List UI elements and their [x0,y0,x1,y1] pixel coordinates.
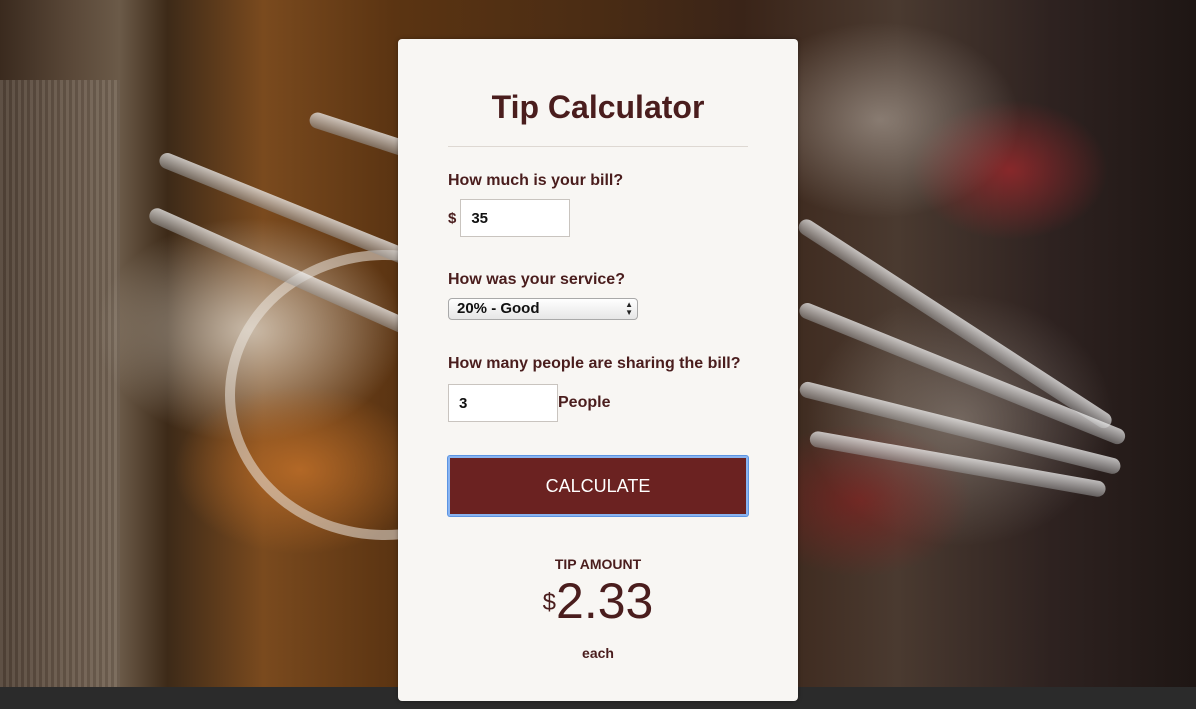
people-suffix-label: People [558,394,611,411]
people-row: People [448,384,748,422]
calculate-button[interactable]: CALCULATE [448,456,748,516]
people-question-label: How many people are sharing the bill? [448,355,741,372]
tip-result: TIP AMOUNT $2.33 each [448,556,748,661]
table-cloth [0,80,120,687]
bill-row: $ [448,199,748,237]
service-selected-value: 20% - Good [457,300,540,317]
tip-amount-value: 2.33 [556,573,654,629]
service-question-label: How was your service? [448,271,625,288]
bill-currency-symbol: $ [448,209,457,227]
service-quality-select[interactable]: 20% - Good ▲ ▼ [448,298,638,320]
bill-question-label: How much is your bill? [448,172,624,189]
tip-currency-symbol: $ [542,589,557,616]
cutlery-handle [808,430,1107,498]
title-divider [448,146,748,147]
updown-arrows-icon: ▲ ▼ [625,300,633,317]
bill-amount-input[interactable] [460,199,571,237]
people-count-input[interactable] [448,384,558,422]
tip-amount-label: TIP AMOUNT [554,556,642,572]
tip-per-person-label: each [582,645,614,661]
page-title: Tip Calculator [491,89,705,125]
tip-amount-display: $2.33 [448,576,748,639]
tip-calculator-card: Tip Calculator How much is your bill? $ … [398,39,798,701]
